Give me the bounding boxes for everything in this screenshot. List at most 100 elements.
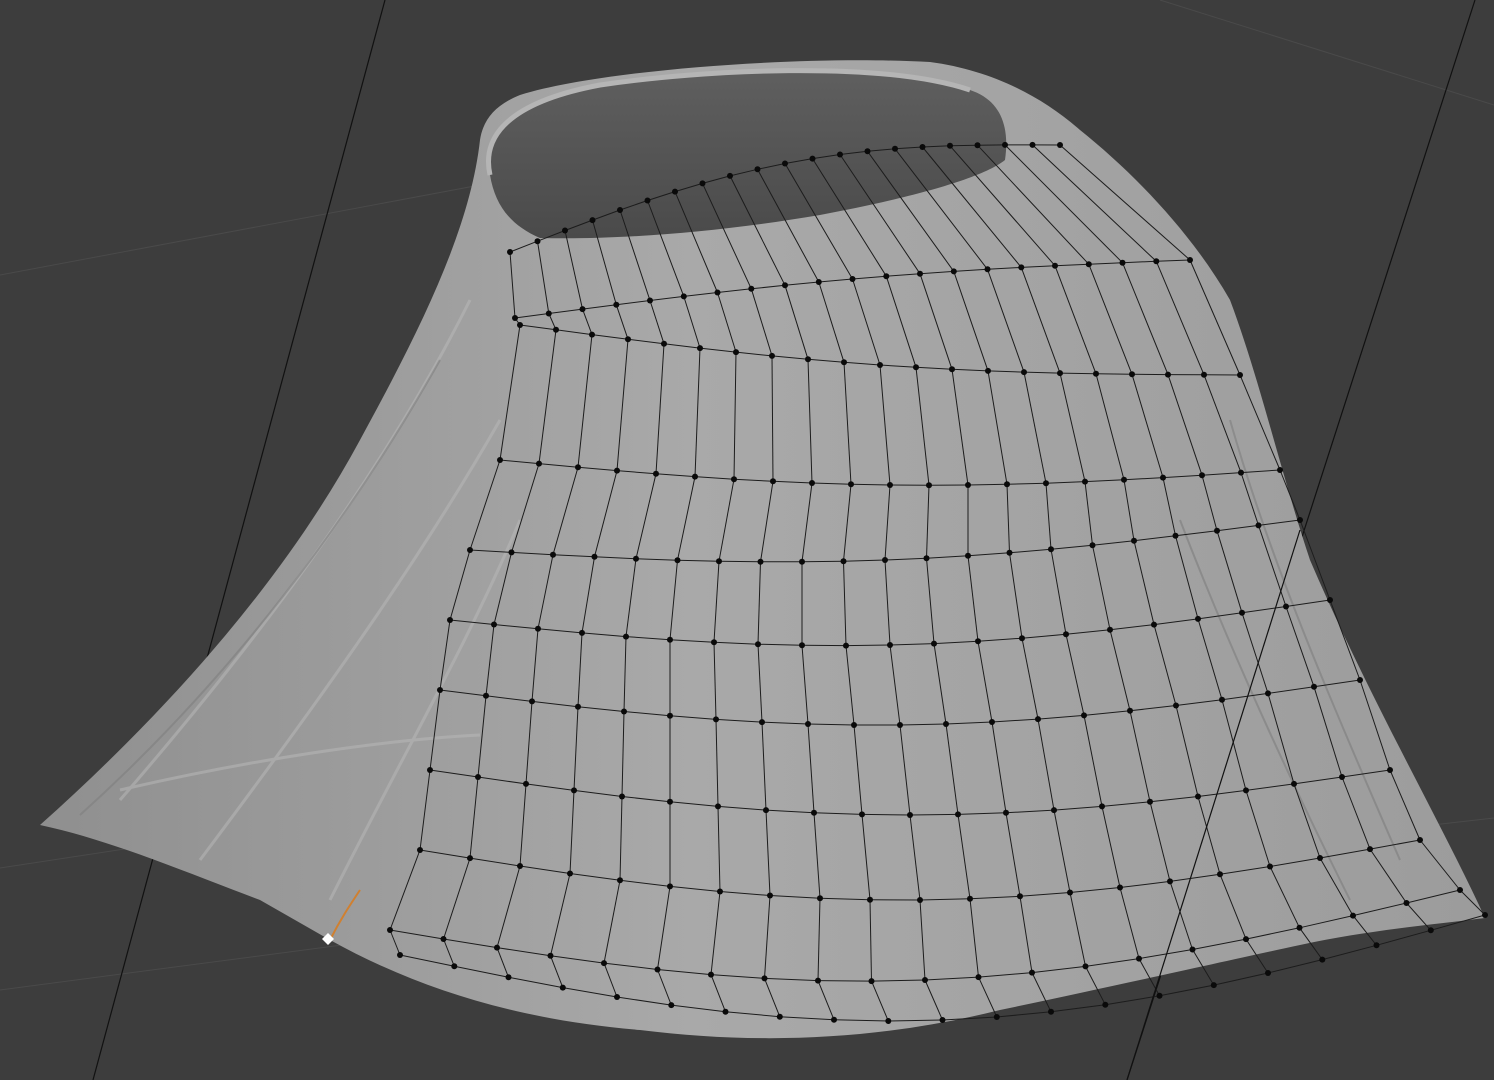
mesh-vertex[interactable]	[882, 557, 888, 563]
mesh-vertex[interactable]	[1002, 141, 1008, 148]
mesh-vertex[interactable]	[1131, 537, 1137, 544]
mesh-vertex[interactable]	[534, 238, 541, 245]
mesh-vertex[interactable]	[512, 315, 518, 321]
mesh-vertex[interactable]	[809, 480, 815, 486]
mesh-vertex[interactable]	[647, 297, 653, 304]
mesh-vertex[interactable]	[1482, 912, 1488, 918]
mesh-vertex[interactable]	[1167, 878, 1173, 885]
mesh-vertex[interactable]	[1107, 626, 1113, 633]
mesh-vertex[interactable]	[467, 547, 473, 553]
mesh-vertex[interactable]	[667, 712, 673, 719]
mesh-vertex[interactable]	[919, 144, 926, 150]
mesh-vertex[interactable]	[883, 273, 890, 280]
mesh-vertex[interactable]	[1357, 677, 1363, 683]
mesh-vertex[interactable]	[614, 467, 620, 474]
mesh-vertex[interactable]	[877, 362, 883, 368]
mesh-vertex[interactable]	[984, 266, 991, 273]
mesh-vertex[interactable]	[805, 721, 811, 727]
mesh-vertex[interactable]	[553, 326, 559, 333]
mesh-vertex[interactable]	[575, 464, 581, 471]
mesh-vertex[interactable]	[931, 640, 937, 647]
mesh-vertex[interactable]	[770, 478, 776, 485]
mesh-vertex[interactable]	[1147, 798, 1153, 805]
mesh-vertex[interactable]	[716, 558, 722, 565]
mesh-vertex[interactable]	[943, 721, 949, 727]
mesh-vertex[interactable]	[868, 978, 875, 985]
mesh-vertex[interactable]	[667, 798, 673, 805]
mesh-vertex[interactable]	[837, 151, 843, 158]
mesh-vertex[interactable]	[562, 227, 568, 234]
mesh-vertex[interactable]	[427, 767, 433, 773]
mesh-vertex[interactable]	[851, 722, 857, 728]
mesh-vertex[interactable]	[625, 336, 631, 343]
mesh-vertex[interactable]	[1339, 774, 1345, 780]
mesh-vertex[interactable]	[591, 553, 598, 560]
mesh-vertex[interactable]	[1136, 955, 1142, 962]
mesh-vertex[interactable]	[1153, 258, 1160, 265]
mesh-vertex[interactable]	[815, 279, 822, 285]
mesh-vertex[interactable]	[1243, 936, 1249, 943]
mesh-vertex[interactable]	[922, 977, 928, 983]
mesh-vertex[interactable]	[1311, 683, 1317, 690]
mesh-vertex[interactable]	[579, 629, 585, 636]
mesh-vertex[interactable]	[1195, 615, 1201, 622]
mesh-vertex[interactable]	[1387, 767, 1393, 773]
mesh-vertex[interactable]	[799, 642, 805, 649]
mesh-vertex[interactable]	[571, 787, 577, 794]
mesh-vertex[interactable]	[1243, 787, 1249, 794]
mesh-vertex[interactable]	[661, 340, 667, 347]
mesh-vertex[interactable]	[761, 975, 768, 982]
mesh-vertex[interactable]	[849, 276, 856, 282]
mesh-vertex[interactable]	[1160, 474, 1166, 481]
mesh-vertex[interactable]	[536, 460, 542, 467]
mesh-vertex[interactable]	[497, 457, 503, 463]
mesh-vertex[interactable]	[1217, 871, 1223, 878]
mesh-vertex[interactable]	[621, 708, 627, 715]
mesh-vertex[interactable]	[1048, 1008, 1054, 1015]
mesh-vertex[interactable]	[1201, 371, 1207, 378]
mesh-vertex[interactable]	[1373, 942, 1380, 949]
mesh-vertex[interactable]	[955, 811, 961, 818]
mesh-vertex[interactable]	[1006, 549, 1013, 556]
mesh-vertex[interactable]	[1173, 702, 1179, 709]
mesh-vertex[interactable]	[1297, 517, 1303, 523]
mesh-vertex[interactable]	[397, 952, 403, 958]
mesh-vertex[interactable]	[1051, 807, 1057, 814]
mesh-vertex[interactable]	[717, 888, 723, 895]
skirt-mesh[interactable]	[40, 60, 1488, 1039]
mesh-vertex[interactable]	[1291, 780, 1297, 787]
mesh-vertex[interactable]	[923, 555, 930, 562]
mesh-vertex[interactable]	[1004, 481, 1010, 488]
mesh-vertex[interactable]	[809, 155, 816, 162]
mesh-vertex[interactable]	[1457, 887, 1463, 893]
mesh-vertex[interactable]	[708, 971, 714, 978]
mesh-vertex[interactable]	[692, 473, 698, 480]
mesh-vertex[interactable]	[505, 974, 512, 981]
mesh-vertex[interactable]	[1117, 884, 1123, 891]
mesh-vertex[interactable]	[387, 927, 393, 933]
mesh-vertex[interactable]	[715, 803, 721, 810]
mesh-vertex[interactable]	[1099, 803, 1105, 810]
mesh-vertex[interactable]	[672, 188, 678, 195]
mesh-vertex[interactable]	[617, 877, 623, 884]
mesh-vertex[interactable]	[1195, 793, 1201, 800]
mesh-vertex[interactable]	[550, 551, 556, 558]
mesh-vertex[interactable]	[1283, 603, 1289, 610]
mesh-vertex[interactable]	[722, 1008, 729, 1015]
mesh-vertex[interactable]	[989, 719, 995, 725]
mesh-vertex[interactable]	[1367, 846, 1373, 853]
mesh-vertex[interactable]	[713, 716, 719, 723]
mesh-vertex[interactable]	[440, 936, 447, 942]
mesh-vertex[interactable]	[848, 481, 854, 488]
mesh-vertex[interactable]	[965, 552, 971, 559]
mesh-vertex[interactable]	[782, 282, 788, 289]
mesh-vertex[interactable]	[483, 692, 489, 699]
mesh-vertex[interactable]	[939, 1017, 946, 1023]
mesh-vertex[interactable]	[892, 145, 898, 152]
mesh-vertex[interactable]	[491, 621, 497, 628]
mesh-vertex[interactable]	[451, 963, 458, 970]
mesh-vertex[interactable]	[1189, 946, 1196, 953]
mesh-vertex[interactable]	[1327, 597, 1333, 603]
mesh-vertex[interactable]	[437, 687, 443, 693]
mesh-vertex[interactable]	[887, 642, 893, 648]
